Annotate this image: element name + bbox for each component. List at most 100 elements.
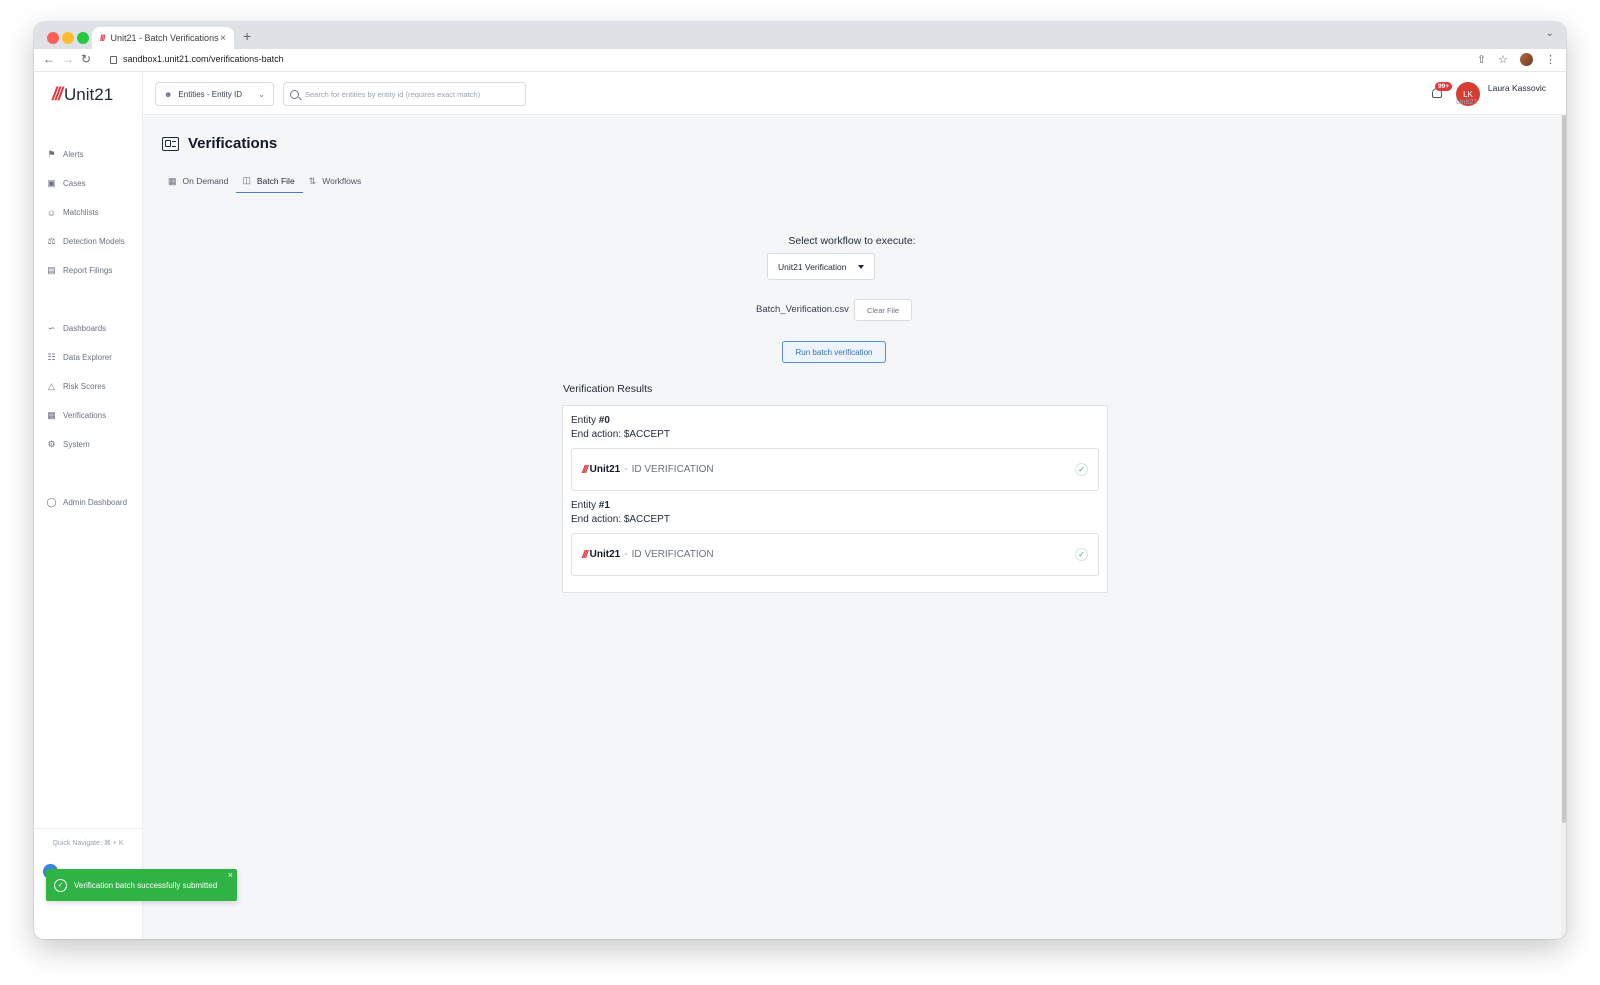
close-icon[interactable]: × bbox=[228, 870, 233, 880]
workflow-select[interactable]: Unit21 Verification bbox=[767, 253, 875, 280]
verification-tabs: ▦ On Demand ◫ Batch File ⇅ Workflows bbox=[162, 169, 369, 193]
profile-avatar-icon[interactable] bbox=[1520, 53, 1533, 66]
verification-check-card[interactable]: /// Unit21 - ID VERIFICATION ✓ bbox=[571, 533, 1099, 576]
run-batch-verification-button[interactable]: Run batch verification bbox=[782, 341, 886, 363]
entity-prefix: Entity bbox=[571, 415, 599, 426]
archive-icon: ▤ bbox=[47, 265, 56, 275]
tab-batch-file[interactable]: ◫ Batch File bbox=[236, 169, 303, 193]
sidebar-item-label: Risk Scores bbox=[63, 382, 106, 391]
maximize-window-button[interactable] bbox=[77, 32, 89, 44]
sidebar-item-detection-models[interactable]: ⚖ Detection Models bbox=[34, 227, 142, 256]
sidebar-item-admin-dashboard[interactable]: ◯ Admin Dashboard bbox=[34, 488, 142, 517]
sidebar-item-data-explorer[interactable]: ☷ Data Explorer bbox=[34, 343, 142, 372]
share-icon[interactable]: ⇧ bbox=[1477, 53, 1486, 66]
tab-label: Workflows bbox=[322, 176, 362, 186]
entity-id-line: Entity #0 bbox=[571, 414, 1099, 428]
tab-label: On Demand bbox=[182, 176, 229, 186]
entity-type-select[interactable]: ☻ Entities - Entity ID ⌄ bbox=[155, 82, 274, 106]
check-brand: Unit21 bbox=[589, 549, 621, 560]
entity-number: #0 bbox=[598, 415, 610, 426]
forward-arrow-icon[interactable]: → bbox=[62, 52, 74, 66]
address-bar[interactable]: sandbox1.unit21.com/verifications-batch bbox=[110, 54, 284, 64]
verification-check-card[interactable]: /// Unit21 - ID VERIFICATION ✓ bbox=[571, 448, 1099, 491]
bookmark-star-icon[interactable]: ☆ bbox=[1498, 53, 1508, 66]
scrollbar-thumb[interactable] bbox=[1562, 115, 1566, 823]
search-icon bbox=[290, 89, 299, 99]
browser-tab[interactable]: /// Unit21 - Batch Verifications × bbox=[92, 27, 234, 49]
sidebar-item-label: Report Filings bbox=[63, 266, 113, 275]
chevron-down-icon: ⌄ bbox=[258, 89, 265, 99]
entity-id-line: Entity #1 bbox=[571, 499, 1099, 513]
logo-text: Unit21 bbox=[64, 84, 114, 104]
minimize-window-button[interactable] bbox=[62, 32, 74, 44]
browser-toolbar: ← → ↻ sandbox1.unit21.com/verifications-… bbox=[34, 49, 1566, 72]
check-brand: Unit21 bbox=[589, 464, 621, 475]
sidebar-item-label: Admin Dashboard bbox=[63, 498, 128, 507]
sidebar-item-label: Dashboards bbox=[63, 324, 107, 333]
success-toast: ✓ Verification batch successfully submit… bbox=[46, 869, 237, 901]
check-label: ID VERIFICATION bbox=[631, 549, 714, 560]
toast-message: Verification batch successfully submitte… bbox=[74, 880, 218, 890]
sidebar: /// Unit21 ⚑ Alerts ▣ Cases ☺ Matchlists… bbox=[34, 72, 143, 939]
sidebar-item-label: Alerts bbox=[63, 150, 84, 159]
entity-result: Entity #1 End action: $ACCEPT /// Unit21… bbox=[571, 499, 1099, 576]
flag-icon: ⚑ bbox=[47, 149, 56, 159]
gear-icon: ⚙ bbox=[47, 439, 56, 449]
entity-number: #1 bbox=[598, 500, 610, 511]
sidebar-item-dashboards[interactable]: ∽ Dashboards bbox=[34, 314, 142, 343]
back-arrow-icon[interactable]: ← bbox=[43, 52, 55, 66]
check-success-icon: ✓ bbox=[1075, 548, 1088, 561]
tab-on-demand[interactable]: ▦ On Demand bbox=[162, 169, 236, 193]
tab-search-chevron-icon[interactable]: ⌄ bbox=[1546, 28, 1554, 39]
sidebar-item-label: Data Explorer bbox=[63, 353, 112, 362]
reload-icon[interactable]: ↻ bbox=[81, 52, 91, 66]
check-circle-icon: ✓ bbox=[54, 878, 67, 892]
browser-tab-strip: /// Unit21 - Batch Verifications × + ⌄ bbox=[34, 22, 1566, 49]
kebab-menu-icon[interactable]: ⋮ bbox=[1545, 53, 1556, 66]
browser-tab-title: Unit21 - Batch Verifications bbox=[110, 33, 219, 43]
close-tab-icon[interactable]: × bbox=[220, 33, 226, 44]
lock-icon bbox=[110, 56, 117, 64]
entity-select-value: Entities - Entity ID bbox=[178, 89, 242, 99]
user-name[interactable]: Laura Kassovic bbox=[1488, 83, 1546, 93]
table-search-icon: ☷ bbox=[47, 352, 56, 362]
app-container: /// Unit21 ⚑ Alerts ▣ Cases ☺ Matchlists… bbox=[34, 72, 1566, 939]
sidebar-item-label: Matchlists bbox=[63, 208, 99, 217]
sidebar-item-system[interactable]: ⚙ System bbox=[34, 430, 142, 459]
end-action-line: End action: $ACCEPT bbox=[571, 513, 1099, 527]
sidebar-item-risk-scores[interactable]: △ Risk Scores bbox=[34, 372, 142, 401]
globe-icon: ◯ bbox=[46, 497, 57, 507]
id-card-icon bbox=[162, 136, 179, 151]
sidebar-item-cases[interactable]: ▣ Cases bbox=[34, 169, 142, 198]
sidebar-item-report-filings[interactable]: ▤ Report Filings bbox=[34, 256, 142, 285]
unit21-mark-icon: /// bbox=[582, 548, 588, 561]
id-card-icon: ▦ bbox=[168, 175, 177, 186]
browser-window: /// Unit21 - Batch Verifications × + ⌄ ←… bbox=[34, 22, 1566, 939]
toolbar-actions: ⇧ ☆ ⋮ bbox=[1477, 53, 1556, 66]
results-title: Verification Results bbox=[563, 383, 653, 395]
unit21-logo[interactable]: /// Unit21 bbox=[52, 84, 113, 105]
end-action-line: End action: $ACCEPT bbox=[571, 428, 1099, 442]
sidebar-item-alerts[interactable]: ⚑ Alerts bbox=[34, 140, 142, 169]
workflow-select-label: Select workflow to execute: bbox=[788, 235, 916, 247]
tab-workflows[interactable]: ⇅ Workflows bbox=[303, 169, 370, 193]
user-icon: ☻ bbox=[164, 89, 173, 99]
sidebar-item-label: Cases bbox=[63, 179, 86, 188]
end-action-value: $ACCEPT bbox=[623, 514, 670, 525]
workflow-select-value: Unit21 Verification bbox=[778, 261, 847, 272]
user-org: Unit21 bbox=[1456, 97, 1478, 106]
close-window-button[interactable] bbox=[47, 32, 59, 44]
unit21-favicon-icon: /// bbox=[100, 33, 105, 43]
scale-icon: ⚖ bbox=[47, 236, 56, 246]
check-success-icon: ✓ bbox=[1075, 463, 1088, 476]
logo-mark-icon: /// bbox=[52, 84, 63, 104]
page-scrollbar[interactable] bbox=[1561, 115, 1566, 939]
clear-file-button[interactable]: Clear File bbox=[854, 299, 912, 321]
new-tab-button[interactable]: + bbox=[243, 28, 251, 44]
end-action-value: $ACCEPT bbox=[623, 429, 670, 440]
sidebar-item-matchlists[interactable]: ☺ Matchlists bbox=[34, 198, 142, 227]
search-input[interactable]: Search for entities by entity id (requir… bbox=[283, 82, 526, 106]
sidebar-item-verifications[interactable]: ▦ Verifications bbox=[34, 401, 142, 430]
verification-results-panel: Entity #0 End action: $ACCEPT /// Unit21… bbox=[562, 405, 1108, 593]
notification-badge: 99+ bbox=[1434, 82, 1452, 91]
